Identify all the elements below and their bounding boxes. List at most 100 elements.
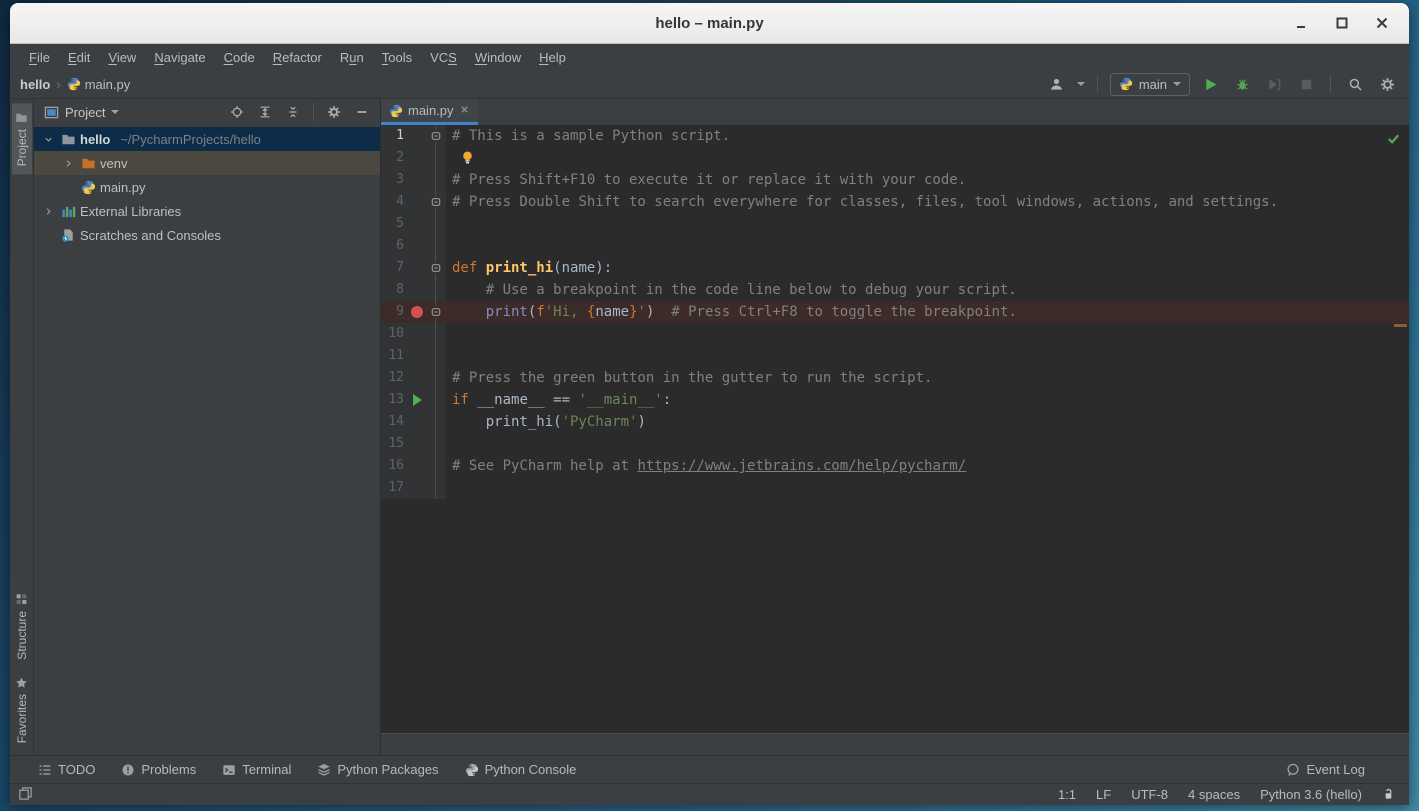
code-line-7[interactable]: 7def print_hi(name): — [381, 257, 1409, 279]
close-button[interactable] — [1369, 10, 1395, 36]
toolwindow-button-problems[interactable]: Problems — [121, 762, 196, 777]
menu-item-navigate[interactable]: Navigate — [145, 47, 214, 68]
intention-bulb-icon[interactable] — [460, 150, 475, 165]
breakpoint-dot[interactable] — [411, 306, 423, 318]
menu-item-help[interactable]: Help — [530, 47, 575, 68]
code-token: # Press the green button in the gutter t… — [452, 370, 932, 386]
menu-item-view[interactable]: View — [99, 47, 145, 68]
code-line-5[interactable]: 5 — [381, 213, 1409, 235]
python-icon — [80, 179, 96, 195]
collapse-all-icon[interactable] — [281, 101, 305, 123]
fold-marker-icon[interactable] — [426, 125, 446, 147]
code-line-1[interactable]: 1# This is a sample Python script. — [381, 125, 1409, 147]
toolwindow-label: Python Packages — [337, 762, 438, 777]
fold-marker-icon[interactable] — [426, 301, 446, 323]
code-line-17[interactable]: 17 — [381, 477, 1409, 499]
title-bar: hello – main.py — [10, 3, 1409, 44]
unlocked-padlock-icon[interactable] — [1382, 788, 1395, 801]
stripe-button-favorites[interactable]: Favorites — [12, 668, 32, 751]
tree-item-venv[interactable]: venv — [34, 151, 380, 175]
code-line-16[interactable]: 16# See PyCharm help at https://www.jetb… — [381, 455, 1409, 477]
status-segment-1-1[interactable]: 1:1 — [1058, 787, 1076, 802]
chevron-right-icon[interactable] — [40, 203, 56, 219]
tree-item-external-libraries[interactable]: External Libraries — [34, 199, 380, 223]
run-button[interactable] — [1198, 73, 1222, 95]
run-configuration-selector[interactable]: main — [1110, 73, 1190, 96]
stop-button[interactable] — [1294, 73, 1318, 95]
fold-gutter — [426, 147, 446, 169]
chevron-down-icon[interactable] — [40, 131, 56, 147]
fold-marker-icon[interactable] — [426, 257, 446, 279]
tree-item-scratches[interactable]: Scratches and Consoles — [34, 223, 380, 247]
code-token: def — [452, 260, 486, 276]
stripe-button-structure[interactable]: Structure — [12, 585, 32, 668]
code-line-14[interactable]: 14 print_hi('PyCharm') — [381, 411, 1409, 433]
code-line-4[interactable]: 4# Press Double Shift to search everywhe… — [381, 191, 1409, 213]
project-view-caret[interactable] — [111, 110, 119, 114]
menu-item-run[interactable]: Run — [331, 47, 373, 68]
stripe-button-project[interactable]: Project — [12, 103, 32, 174]
search-everywhere-button[interactable] — [1343, 73, 1367, 95]
menu-item-edit[interactable]: Edit — [59, 47, 99, 68]
chevron-right-icon[interactable] — [60, 155, 76, 171]
debug-button[interactable] — [1230, 73, 1254, 95]
code-line-text — [446, 235, 1409, 257]
status-segment-4-spaces[interactable]: 4 spaces — [1188, 787, 1240, 802]
tree-item-hello[interactable]: hello~/PycharmProjects/hello — [34, 127, 380, 151]
menu-item-vcs[interactable]: VCS — [421, 47, 466, 68]
event-log-button[interactable]: Event Log — [1286, 762, 1397, 777]
toolwindow-switcher-icon[interactable] — [18, 786, 33, 804]
tab-close-icon[interactable] — [459, 103, 470, 118]
toolwindow-button-todo[interactable]: TODO — [38, 762, 95, 777]
menu-item-refactor[interactable]: Refactor — [264, 47, 331, 68]
code-token: # Use a breakpoint in the code line belo… — [486, 282, 1017, 298]
expand-all-icon[interactable] — [253, 101, 277, 123]
code-line-3[interactable]: 3# Press Shift+F10 to execute it or repl… — [381, 169, 1409, 191]
inspections-ok-icon[interactable] — [1386, 131, 1401, 146]
breadcrumb-item-main-py[interactable]: main.py — [67, 77, 131, 92]
toolwindow-label: Problems — [141, 762, 196, 777]
code-line-8[interactable]: 8 # Use a breakpoint in the code line be… — [381, 279, 1409, 301]
comment-hyperlink[interactable]: https://www.jetbrains.com/help/pycharm/ — [637, 458, 966, 474]
user-profile-button[interactable] — [1045, 73, 1069, 95]
hide-icon[interactable] — [350, 101, 374, 123]
menu-item-code[interactable]: Code — [215, 47, 264, 68]
locate-icon[interactable] — [225, 101, 249, 123]
project-panel-title[interactable]: Project — [44, 105, 119, 120]
code-line-12[interactable]: 12# Press the green button in the gutter… — [381, 367, 1409, 389]
code-line-2[interactable]: 2 — [381, 147, 1409, 169]
menu-item-file[interactable]: File — [20, 47, 59, 68]
code-editor[interactable]: 1# This is a sample Python script.23# Pr… — [381, 125, 1409, 734]
code-line-9[interactable]: 9 print(f'Hi, {name}') # Press Ctrl+F8 t… — [381, 301, 1409, 323]
status-segment-utf-8[interactable]: UTF-8 — [1131, 787, 1168, 802]
code-line-13[interactable]: 13if __name__ == '__main__': — [381, 389, 1409, 411]
code-line-10[interactable]: 10 — [381, 323, 1409, 345]
code-line-text — [446, 323, 1409, 345]
user-dropdown-caret[interactable] — [1077, 82, 1085, 86]
run-with-coverage-button[interactable] — [1262, 73, 1286, 95]
fold-gutter — [426, 455, 446, 477]
editor-tab-main-py[interactable]: main.py — [381, 99, 478, 125]
toolwindow-button-python-packages[interactable]: Python Packages — [317, 762, 438, 777]
minimize-button[interactable] — [1289, 10, 1315, 36]
menu-item-window[interactable]: Window — [466, 47, 530, 68]
breadcrumb-item-hello[interactable]: hello — [20, 77, 50, 92]
breakpoint-icon[interactable] — [408, 301, 426, 323]
maximize-button[interactable] — [1329, 10, 1355, 36]
window-title: hello – main.py — [10, 15, 1409, 32]
fold-marker-icon[interactable] — [426, 191, 446, 213]
code-line-11[interactable]: 11 — [381, 345, 1409, 367]
tree-item-main-py[interactable]: main.py — [34, 175, 380, 199]
menu-item-tools[interactable]: Tools — [373, 47, 421, 68]
status-segment-lf[interactable]: LF — [1096, 787, 1111, 802]
toolwindow-button-terminal[interactable]: Terminal — [222, 762, 291, 777]
libraries-icon — [60, 203, 76, 219]
gear-icon[interactable] — [322, 101, 346, 123]
code-line-15[interactable]: 15 — [381, 433, 1409, 455]
toolwindow-button-python-console[interactable]: Python Console — [465, 762, 577, 777]
settings-gear-button[interactable] — [1375, 73, 1399, 95]
code-line-6[interactable]: 6 — [381, 235, 1409, 257]
run-triangle[interactable] — [413, 394, 422, 406]
run-gutter-icon[interactable] — [408, 389, 426, 411]
status-segment-python-3-6-hello[interactable]: Python 3.6 (hello) — [1260, 787, 1362, 802]
